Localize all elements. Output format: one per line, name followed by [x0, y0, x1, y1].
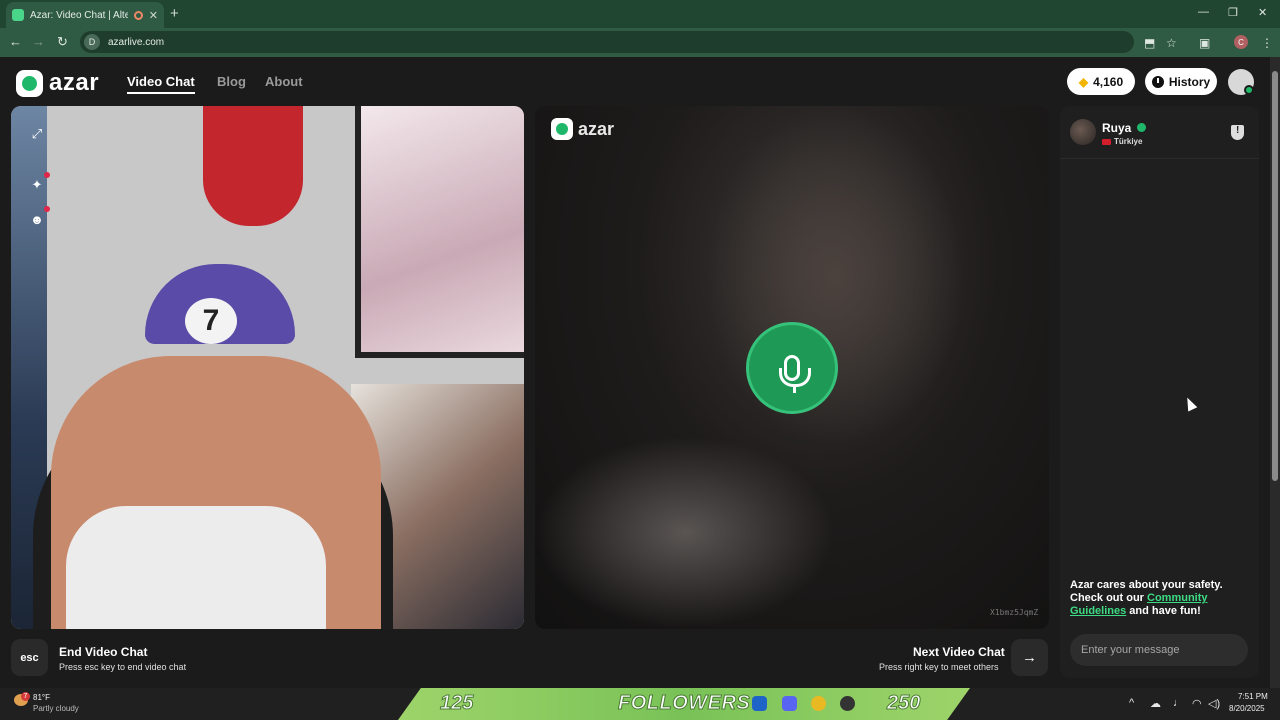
browser-profile-avatar[interactable]: C: [1234, 35, 1248, 49]
chrome-app-icon[interactable]: [811, 696, 826, 711]
taskbar-time[interactable]: 7:51 PM: [1238, 692, 1268, 701]
remote-azar-logo: azar: [551, 118, 614, 140]
scrollbar-thumb[interactable]: [1272, 71, 1278, 481]
nav-about[interactable]: About: [265, 74, 303, 89]
clock-icon: [1151, 75, 1164, 88]
nav-blog[interactable]: Blog: [217, 74, 246, 89]
session-watermark: X1bmz5JqmZ: [990, 608, 1039, 617]
tank-top: [66, 506, 326, 629]
bookmark-star-icon[interactable]: ☆: [1166, 36, 1177, 50]
wifi-icon[interactable]: ◠: [1192, 697, 1202, 710]
turkey-flag-icon: [1102, 138, 1111, 145]
end-chat-hint: Press esc key to end video chat: [59, 662, 187, 672]
browser-menu-icon[interactable]: ⋮: [1261, 36, 1273, 50]
gem-balance-button[interactable]: ◆ 4,160: [1067, 68, 1135, 95]
effects-sparkle-icon[interactable]: ✦: [29, 177, 45, 193]
follower-current-count: 125: [439, 692, 474, 715]
notification-dot: [44, 206, 50, 212]
tray-mic-icon[interactable]: ♩: [1173, 697, 1184, 709]
next-chat-hint: Press right key to meet others: [879, 662, 999, 672]
remote-foreground: [535, 436, 835, 629]
taskbar-date[interactable]: 8/20/2025: [1229, 704, 1265, 713]
safety-notice: Azar cares about your safety. Check out …: [1070, 579, 1223, 617]
message-input[interactable]: [1070, 634, 1248, 666]
back-button[interactable]: ←: [9, 34, 22, 49]
azar-logo-icon: [16, 69, 43, 97]
url-text[interactable]: azarlive.com: [108, 37, 164, 48]
chat-divider: [1060, 158, 1259, 159]
obs-app-icon[interactable]: [840, 696, 855, 711]
local-video-feed: 7 ⤢ ✦ ☻: [11, 106, 524, 629]
next-chat-arrow-button[interactable]: →: [1011, 639, 1048, 676]
tray-chevron-icon[interactable]: ^: [1129, 697, 1134, 709]
azar-logo-icon: [551, 118, 573, 140]
tab-close-icon[interactable]: ✕: [149, 9, 158, 22]
page-scrollbar[interactable]: [1270, 57, 1280, 688]
gem-icon: ◆: [1078, 74, 1089, 89]
weather-temperature[interactable]: 81°F: [33, 693, 50, 702]
azar-logo[interactable]: azar: [16, 69, 99, 97]
red-hat: [203, 106, 303, 226]
end-chat-key-button[interactable]: esc: [11, 639, 48, 676]
outlook-app-icon[interactable]: [752, 696, 767, 711]
online-status-icon: [1244, 85, 1254, 95]
browser-tab-azar[interactable]: Azar: Video Chat | Alternati ✕: [6, 2, 164, 28]
browser-toolbar: ← → ↻ D azarlive.com ⬒ ☆ ▣ ⋮: [0, 28, 1280, 57]
logo-text: azar: [49, 69, 100, 96]
microphone-button[interactable]: [746, 322, 838, 414]
face-filter-icon[interactable]: ☻: [29, 211, 45, 227]
window-minimize-button[interactable]: —: [1198, 6, 1209, 18]
fullscreen-icon[interactable]: ⤢: [29, 126, 45, 142]
wall-art-palms: [355, 106, 524, 358]
remote-video-feed: azar X1bmz5JqmZ: [535, 106, 1049, 629]
azar-page: azar Video Chat Blog About ◆ 4,160 Histo…: [0, 57, 1270, 688]
notification-dot: [44, 172, 50, 178]
cap-badge: 7: [185, 298, 237, 344]
volume-icon[interactable]: ◁): [1208, 697, 1220, 710]
remote-figure: [705, 106, 965, 446]
tab-title: Azar: Video Chat | Alternati: [30, 9, 128, 21]
browser-tab-strip: Azar: Video Chat | Alternati ✕ + — ❐ ✕: [0, 0, 1280, 28]
weather-alert-badge: 7: [21, 692, 30, 701]
reload-button[interactable]: ↻: [57, 34, 68, 50]
microphone-icon: [779, 355, 811, 387]
discord-app-icon[interactable]: [782, 696, 797, 711]
recording-indicator-icon: [133, 10, 143, 20]
history-label: History: [1168, 74, 1211, 89]
followers-label: FOLLOWERS: [617, 692, 751, 715]
tray-cloud-icon[interactable]: ☁: [1150, 697, 1161, 710]
peer-name[interactable]: Ruya: [1102, 121, 1131, 135]
install-app-icon[interactable]: ⬒: [1144, 36, 1155, 50]
report-shield-icon[interactable]: [1231, 125, 1244, 140]
next-chat-title[interactable]: Next Video Chat: [913, 645, 1005, 659]
address-bar[interactable]: D azarlive.com: [80, 31, 1134, 53]
azar-favicon-icon: [12, 9, 24, 21]
history-button[interactable]: History: [1145, 68, 1217, 95]
remote-logo-text: azar: [578, 118, 615, 139]
window-close-button[interactable]: ✕: [1258, 6, 1267, 19]
side-panel-icon[interactable]: ▣: [1199, 36, 1210, 50]
window-restore-button[interactable]: ❐: [1228, 6, 1238, 19]
chat-panel: Ruya Türkiye Azar cares about your safet…: [1060, 106, 1259, 678]
peer-country: Türkiye: [1102, 137, 1142, 146]
nav-video-chat[interactable]: Video Chat: [127, 74, 195, 94]
gem-count: 4,160: [1093, 74, 1124, 89]
weather-description[interactable]: Partly cloudy: [33, 704, 79, 713]
follower-goal-count: 250: [886, 692, 921, 715]
site-info-icon[interactable]: D: [84, 34, 100, 50]
new-tab-button[interactable]: +: [170, 5, 179, 22]
verified-badge-icon: [1137, 123, 1146, 132]
forward-button[interactable]: →: [32, 34, 45, 49]
end-chat-title[interactable]: End Video Chat: [59, 645, 147, 659]
peer-avatar[interactable]: [1070, 119, 1096, 145]
